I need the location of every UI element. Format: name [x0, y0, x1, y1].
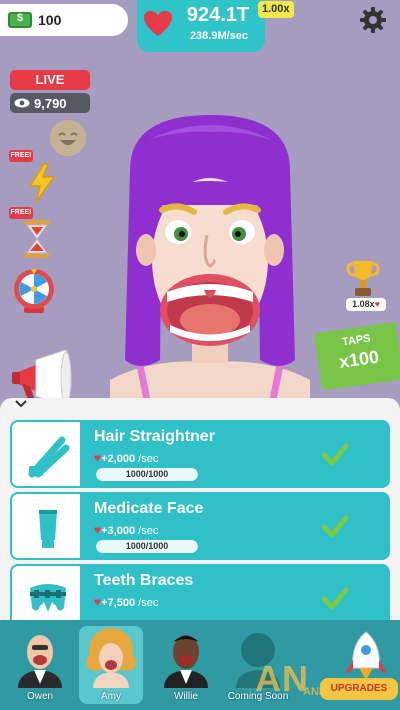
- cream-tube-icon: [39, 510, 57, 548]
- free-tag: FREE!: [9, 150, 33, 162]
- progress-text: 1000/1000: [125, 469, 169, 479]
- braces-icon: [30, 584, 66, 612]
- upgrade-name: Medicate Face: [94, 500, 204, 517]
- live-badge: LIVE: [10, 70, 90, 90]
- hair-straightener-icon: [28, 436, 70, 478]
- upgrade-rate: ♥+2,000 /sec: [94, 451, 159, 465]
- free-tag: FREE!: [9, 207, 33, 219]
- upgrade-progress-bar: 1000/1000: [96, 468, 198, 481]
- doctor-willie[interactable]: Willie: [154, 626, 218, 704]
- upgrade-panel: Hair Straightner ♥+2,000 /sec 1000/1000 …: [0, 398, 400, 620]
- patient-character[interactable]: [90, 110, 330, 410]
- viewer-count: 9,790: [10, 93, 90, 113]
- laugh-emoji-icon[interactable]: [50, 120, 86, 156]
- cash-counter: 100: [0, 4, 128, 36]
- spin-wheel-icon[interactable]: [12, 267, 56, 315]
- lightning-boost-icon[interactable]: [26, 163, 58, 203]
- eye-icon: [14, 98, 30, 108]
- trophy-icon[interactable]: [346, 258, 380, 298]
- doctor-owen-portrait: [18, 635, 62, 688]
- hourglass-boost-icon[interactable]: [22, 219, 52, 259]
- watermark-logo: AN: [255, 658, 309, 699]
- settings-gear-icon[interactable]: [358, 5, 388, 35]
- taps-sign[interactable]: TAPS x100: [313, 321, 400, 391]
- upgrade-name: Hair Straightner: [94, 428, 215, 445]
- heart-icon: [144, 10, 172, 37]
- doctor-amy[interactable]: Amy: [79, 626, 143, 704]
- trophy-multiplier: 1.08x♥: [346, 298, 386, 311]
- chevron-down-icon[interactable]: [15, 400, 27, 408]
- doctor-owen[interactable]: Owen: [8, 626, 72, 704]
- upgrade-progress-bar: 1000/1000: [96, 540, 198, 553]
- checkmark-icon: [322, 515, 348, 538]
- multiplier-badge[interactable]: 1.00x: [258, 1, 294, 18]
- progress-text: 1000/1000: [125, 541, 169, 551]
- upgrade-card[interactable]: Medicate Face ♥+3,000 /sec 1000/1000: [10, 492, 390, 560]
- upgrade-icon-box: [10, 564, 82, 620]
- upgrade-icon-box: [10, 420, 82, 488]
- doctor-name: Amy: [101, 691, 121, 702]
- doctor-name: Owen: [26, 691, 54, 702]
- checkmark-icon: [322, 443, 348, 466]
- game-scene: 100 924.1T 238.9M/sec 1.00x LIVE 9,790: [0, 0, 400, 710]
- upgrades-button[interactable]: UPGRADES: [320, 678, 398, 700]
- hearts-rate: 238.9M/sec: [189, 30, 249, 42]
- doctor-name: Willie: [174, 691, 198, 702]
- hearts-total: 924.1T: [186, 4, 250, 26]
- cash-value: 100: [38, 12, 62, 28]
- viewer-count-value: 9,790: [34, 95, 67, 111]
- cash-icon: [8, 12, 32, 28]
- upgrade-rate: ♥+3,000 /sec: [94, 523, 159, 537]
- doctor-amy-portrait: [86, 628, 136, 688]
- hearts-counter: 924.1T 238.9M/sec: [137, 0, 265, 52]
- checkmark-icon: [322, 587, 348, 610]
- upgrade-icon-box: [10, 492, 82, 560]
- doctor-willie-portrait: [164, 635, 208, 688]
- upgrade-name: Teeth Braces: [94, 572, 194, 589]
- upgrade-rate: ♥+7,500 /sec: [94, 595, 159, 609]
- upgrade-card[interactable]: Hair Straightner ♥+2,000 /sec 1000/1000: [10, 420, 390, 488]
- upgrade-card[interactable]: Teeth Braces ♥+7,500 /sec: [10, 564, 390, 620]
